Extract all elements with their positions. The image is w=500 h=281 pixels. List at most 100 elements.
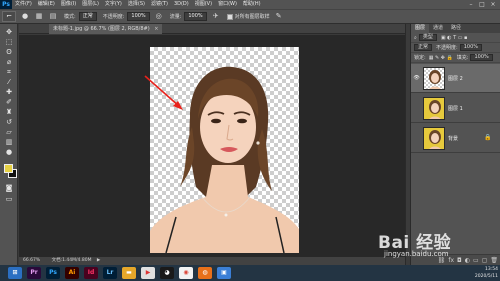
menu-file[interactable]: 文件(F) <box>12 0 35 9</box>
menu-window[interactable]: 窗口(W) <box>215 0 240 9</box>
brush-panel-icon[interactable]: ▦ <box>34 12 44 21</box>
opacity-label: 不透明度: <box>436 45 458 51</box>
ps-icon[interactable]: Ps <box>46 267 60 279</box>
explorer-icon[interactable]: ▣ <box>217 267 231 279</box>
eraser-tool-icon[interactable]: ▱ <box>3 128 15 137</box>
menu-image[interactable]: 图像(I) <box>58 0 79 9</box>
screen-mode-icon[interactable]: ▭ <box>3 195 15 204</box>
layer-name[interactable]: 图层 2 <box>448 75 463 82</box>
mode-label: 模式: <box>64 14 76 20</box>
menu-select[interactable]: 选择(S) <box>125 0 148 9</box>
menu-3d[interactable]: 3D(D) <box>171 0 192 9</box>
document-size: 文档:1.44M/4.80M <box>51 258 92 263</box>
layer-thumbnail <box>423 97 445 120</box>
tools-panel: ✥ ⬚ ʘ ⌀ ⌗ ⁄ ✚ ✐ ♜ ↺ ▱ ▥ ● ◙ ▭ <box>0 24 18 269</box>
minimize-icon[interactable]: – <box>466 0 476 9</box>
flow-label: 流量: <box>169 14 182 20</box>
media-icon[interactable]: ▶ <box>141 267 155 279</box>
maximize-icon[interactable]: □ <box>477 0 487 9</box>
lock-row: 锁定: ▦ ✎ ✥ 🔒 填充: 100% <box>411 53 500 63</box>
close-tab-icon[interactable]: × <box>154 26 158 32</box>
airbrush-icon[interactable]: ✈ <box>211 12 221 21</box>
tab-layers[interactable]: 图层 <box>411 24 430 33</box>
zoom-level[interactable]: 66.67% <box>23 258 40 263</box>
menu-filter[interactable]: 滤镜(T) <box>148 0 171 9</box>
layer-row[interactable]: 图层 1 <box>411 94 500 123</box>
brush-size-icon[interactable]: ● <box>20 12 30 21</box>
mode-select[interactable]: 正常 <box>78 12 97 21</box>
crop-tool-icon[interactable]: ⌗ <box>3 68 15 77</box>
system-tray[interactable]: 13:54 2020/5/11 <box>452 265 500 281</box>
pressure-opacity-icon[interactable]: ◎ <box>154 12 164 21</box>
filter-icons[interactable]: ▣ ◐ T ▭ ▪ <box>441 35 468 41</box>
clone-source-icon[interactable]: ▤ <box>48 12 58 21</box>
baidu-jingyan-watermark: Bai 经验 jingyan.baidu.com <box>378 228 478 264</box>
opacity-label: 不透明度: <box>102 14 125 20</box>
chrome-icon[interactable]: ◉ <box>179 267 193 279</box>
gradient-tool-icon[interactable]: ▥ <box>3 138 15 147</box>
sample-all-layers-checkbox[interactable] <box>226 13 233 20</box>
tab-paths[interactable]: 路径 <box>447 24 465 33</box>
thumb-portrait <box>429 70 441 89</box>
firefox-icon[interactable]: ◍ <box>198 267 212 279</box>
healing-brush-tool-icon[interactable]: ✚ <box>3 88 15 97</box>
windows-icon[interactable]: ⊞ <box>8 267 22 279</box>
dodge-tool-icon[interactable] <box>9 108 17 117</box>
history-brush-tool-icon[interactable]: ↺ <box>3 118 15 127</box>
folder-icon[interactable]: ▬ <box>122 267 136 279</box>
marquee-tool-icon[interactable]: ⬚ <box>3 38 15 47</box>
blur-tool-icon[interactable]: ● <box>3 148 15 157</box>
eyedropper-tool-icon[interactable]: ⁄ <box>3 78 15 87</box>
close-icon[interactable]: × <box>488 0 498 9</box>
qq-icon[interactable]: ◕ <box>160 267 174 279</box>
new-layer-icon[interactable]: ▢ <box>482 257 488 264</box>
layer-row[interactable]: 背景 🔒 <box>411 124 500 153</box>
ps-logo: Ps <box>0 0 12 9</box>
visibility-eye-icon[interactable]: 👁 <box>413 74 420 82</box>
layer-name[interactable]: 背景 <box>448 135 458 142</box>
id-icon[interactable]: Id <box>84 267 98 279</box>
pr-icon[interactable]: Pr <box>27 267 41 279</box>
document-workspace[interactable] <box>19 35 405 257</box>
brush-tool-preset-icon[interactable]: ⌐ <box>2 11 16 22</box>
tray-time: 13:54 <box>485 267 498 272</box>
tray-date: 2020/5/11 <box>474 274 498 279</box>
layer-fill-field[interactable]: 100% <box>470 54 493 61</box>
blend-row: 正常 不透明度: 100% <box>411 43 500 53</box>
quick-mask-icon[interactable]: ◙ <box>3 184 15 193</box>
foreground-color-swatch[interactable] <box>4 164 13 173</box>
thumb-portrait <box>429 130 441 149</box>
move-tool-icon[interactable]: ✥ <box>3 28 15 37</box>
layer-kind-select[interactable]: 类型 <box>418 34 437 41</box>
layer-row[interactable]: 👁 图层 2 <box>411 64 500 93</box>
menu-edit[interactable]: 编辑(E) <box>35 0 58 9</box>
menu-type[interactable]: 文字(Y) <box>102 0 125 9</box>
opacity-field[interactable]: 100% <box>127 12 150 21</box>
menu-view[interactable]: 视图(V) <box>192 0 215 9</box>
quick-select-tool-icon[interactable]: ⌀ <box>3 58 15 67</box>
tab-channels[interactable]: 通道 <box>429 24 447 33</box>
menu-help[interactable]: 帮助(H) <box>240 0 264 9</box>
ai-icon[interactable]: Ai <box>65 267 79 279</box>
visibility-toggle[interactable] <box>413 104 420 112</box>
layers-panel-tabs: 图层 通道 路径 <box>411 24 500 33</box>
flow-field[interactable]: 100% <box>184 12 207 21</box>
pressure-size-icon[interactable]: ✎ <box>274 12 284 21</box>
delete-layer-icon[interactable]: 🗑 <box>490 257 498 264</box>
document-tab[interactable]: 未标题-1.jpg @ 66.7% (图层 2, RGB/8#) × <box>49 24 163 34</box>
visibility-toggle[interactable] <box>413 134 420 142</box>
lasso-tool-icon[interactable]: ʘ <box>3 48 15 57</box>
brush-tool-icon[interactable]: ✐ <box>3 98 15 107</box>
thumb-portrait <box>429 100 441 119</box>
taskbar: ⊞ Pr Ps Ai Id Lr ▬ ▶ ◕ ◉ ◍ ▣ 13:54 2020/… <box>0 265 500 281</box>
lock-icon: 🔒 <box>484 134 492 141</box>
layer-opacity-field[interactable]: 100% <box>459 44 482 51</box>
menu-layer[interactable]: 图层(L) <box>79 0 102 9</box>
annotation-arrow <box>144 75 183 110</box>
status-menu-icon[interactable]: ▶ <box>97 258 100 263</box>
blend-mode-select[interactable]: 正常 <box>414 44 433 51</box>
layer-name[interactable]: 图层 1 <box>448 105 463 112</box>
lock-icons[interactable]: ▦ ✎ ✥ 🔒 <box>429 55 453 61</box>
lr-icon[interactable]: Lr <box>103 267 117 279</box>
layer-thumbnail <box>423 127 445 150</box>
